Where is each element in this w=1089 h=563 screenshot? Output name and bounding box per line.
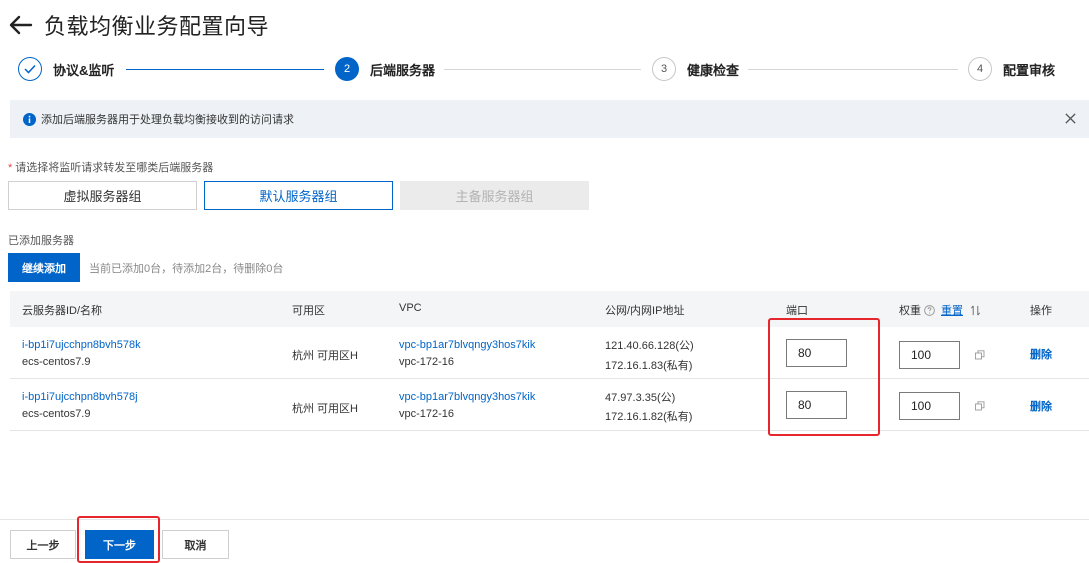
step-3-number: 3 [652,57,676,81]
next-step-button[interactable]: 下一步 [85,530,154,559]
public-ip: 121.40.66.128(公) [605,340,694,352]
info-banner: 添加后端服务器用于处理负载均衡接收到的访问请求 [10,100,1089,138]
col-port: 端口 [786,305,808,317]
vpc-id-link[interactable]: vpc-bp1ar7blvqngy3hos7kik [399,391,535,403]
step-4-label: 配置审核 [1003,62,1056,78]
added-servers-label: 已添加服务器 [8,235,74,247]
col-weight: 权重 重置 [899,302,981,318]
continue-add-button[interactable]: 继续添加 [8,253,80,282]
delete-link[interactable]: 删除 [1030,346,1052,362]
prev-step-button[interactable]: 上一步 [10,530,76,559]
virtual-server-group-option[interactable]: 虚拟服务器组 [8,181,197,210]
instance-id-link[interactable]: i-bp1i7ujcchpn8bvh578j [22,391,138,403]
server-type-label-text: 请选择将监听请求转发至哪类后端服务器 [15,162,214,174]
public-ip: 47.97.3.35(公) [605,392,676,404]
copy-icon[interactable] [975,350,985,360]
step-1-label: 协议&监听 [53,62,115,78]
col-weight-label: 权重 [899,305,921,317]
reset-weight-link[interactable]: 重置 [941,302,963,318]
zone-cell: 杭州 可用区H [292,403,358,415]
step-2-number: 2 [335,57,359,81]
added-status-text: 当前已添加0台，待添加2台，待删除0台 [89,263,284,275]
instance-name: ecs-centos7.9 [22,356,91,368]
step-connector-2 [444,69,641,70]
required-mark: * [8,162,13,174]
vpc-name: vpc-172-16 [399,408,455,420]
vpc-name: vpc-172-16 [399,356,455,368]
page-title: 负载均衡业务配置向导 [44,14,270,39]
back-arrow-icon[interactable] [8,12,34,38]
col-action: 操作 [1030,305,1052,317]
col-ip: 公网/内网IP地址 [605,305,685,317]
banner-text: 添加后端服务器用于处理负载均衡接收到的访问请求 [41,114,294,126]
copy-icon[interactable] [975,401,985,411]
primary-backup-server-group-option: 主备服务器组 [400,181,589,210]
col-vpc: VPC [399,302,422,314]
step-2-label: 后端服务器 [370,62,436,78]
private-ip: 172.16.1.83(私有) [605,360,693,372]
footer-bar: 上一步 下一步 取消 [0,519,1089,563]
check-icon [18,57,42,81]
weight-input[interactable]: 100 [899,392,960,420]
help-icon[interactable] [924,304,935,316]
delete-link[interactable]: 删除 [1030,398,1052,414]
step-4-number: 4 [968,57,992,81]
weight-input[interactable]: 100 [899,341,960,369]
step-3-label: 健康检查 [687,62,740,78]
close-icon[interactable] [1064,112,1077,125]
private-ip: 172.16.1.82(私有) [605,411,693,423]
page-header: 负载均衡业务配置向导 [8,8,269,42]
port-input[interactable]: 80 [786,339,847,367]
step-connector-3 [748,69,958,70]
instance-id-link[interactable]: i-bp1i7ujcchpn8bvh578k [22,339,141,351]
vpc-id-link[interactable]: vpc-bp1ar7blvqngy3hos7kik [399,339,535,351]
default-server-group-option[interactable]: 默认服务器组 [204,181,393,210]
port-input[interactable]: 80 [786,391,847,419]
step-1: 协议&监听 [18,57,114,81]
zone-cell: 杭州 可用区H [292,350,358,362]
cancel-button[interactable]: 取消 [162,530,229,559]
instance-name: ecs-centos7.9 [22,408,91,420]
sort-icon[interactable] [970,305,981,316]
table-row: i-bp1i7ujcchpn8bvh578k ecs-centos7.9 杭州 … [10,327,1089,379]
step-connector-1 [126,69,324,70]
table-header: 云服务器ID/名称 可用区 VPC 公网/内网IP地址 端口 权重 重置 操作 [10,291,1089,327]
col-id-name: 云服务器ID/名称 [22,305,103,317]
wizard-steps: 协议&监听 2 后端服务器 3 健康检查 4 配置审核 [0,55,1089,85]
step-3: 3 健康检查 [652,57,739,81]
step-2: 2 后端服务器 [335,57,435,81]
server-type-label: * 请选择将监听请求转发至哪类后端服务器 [8,159,213,175]
info-icon [23,112,36,126]
step-4: 4 配置审核 [968,57,1055,81]
col-zone: 可用区 [292,305,325,317]
table-row: i-bp1i7ujcchpn8bvh578j ecs-centos7.9 杭州 … [10,379,1089,431]
